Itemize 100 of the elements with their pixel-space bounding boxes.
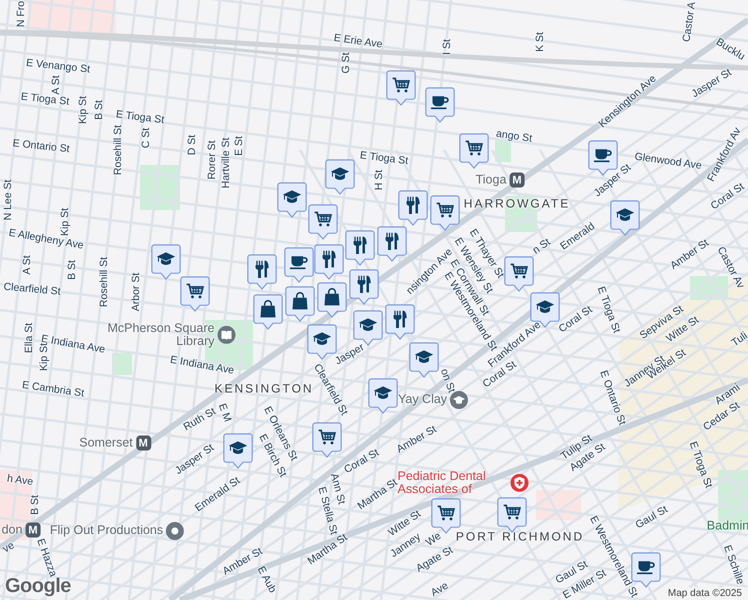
street-label: H St [374, 170, 386, 190]
street-label: E Aub [254, 564, 278, 596]
cart-icon [438, 506, 455, 520]
cart-icon [466, 140, 483, 156]
street-label: Kip St [39, 343, 51, 371]
street-label: Rosehill St [113, 124, 125, 176]
street-label: on St [438, 368, 457, 394]
graduation-cap-icon [312, 332, 332, 345]
graduation-cap-icon [330, 167, 350, 180]
neighborhood-label: HARROWGATE [464, 197, 570, 211]
fork-knife-icon [256, 260, 269, 278]
street-label: B St [94, 100, 106, 120]
street-label: E Venango St [25, 58, 91, 76]
neighborhood-label: PORT RICHMOND [456, 530, 584, 544]
street-label: C St [141, 128, 153, 148]
street-label: Ave [429, 580, 451, 600]
graduation-cap-icon [282, 190, 302, 203]
graduation-cap-icon [374, 386, 392, 399]
street-label: Rosehill St [99, 256, 111, 308]
coffee-cup-icon [594, 149, 612, 162]
neighborhood-label: KENSINGTON [214, 382, 314, 396]
graduation-cap-icon [358, 318, 378, 331]
cart-icon [510, 264, 528, 278]
street-label: Rorer St [207, 140, 219, 180]
street-label: E Schille [720, 544, 746, 586]
cart-icon [318, 430, 336, 444]
dot-icon [166, 522, 184, 540]
cart-icon [436, 202, 454, 218]
street-label: ve [1, 540, 17, 556]
hospital-icon [510, 474, 528, 492]
street-label: A St [51, 75, 63, 95]
street-label: Castor A [681, 1, 699, 43]
fork-knife-icon [394, 310, 407, 328]
street-label: h Ave [6, 473, 34, 489]
place-label[interactable]: Pediatric Dental Associates of [398, 470, 508, 496]
fork-knife-icon [354, 236, 367, 254]
street-label: I St [442, 39, 454, 55]
fork-knife-icon [406, 196, 420, 214]
street-label: Ruth St [182, 406, 218, 434]
street-label: Hartville St [221, 138, 233, 188]
cart-icon [392, 78, 410, 92]
cart-icon [186, 284, 204, 298]
street-label: B St [30, 495, 42, 515]
graduation-cap-icon [228, 441, 248, 454]
place-label[interactable]: Yay Clay [398, 393, 448, 407]
cart-icon [314, 212, 332, 226]
shopping-bag-icon [292, 292, 308, 310]
street-label: E Cambria St [21, 380, 85, 400]
street-label: G St [341, 52, 353, 74]
place-label[interactable]: Flip Out Productions [50, 524, 164, 538]
street-label: ango St [495, 128, 533, 146]
coffee-cup-icon [430, 96, 449, 110]
street-label: E Tioga St [115, 109, 165, 126]
shopping-bag-icon [324, 288, 340, 306]
map-marker[interactable] [497, 497, 527, 533]
graduation-cap-icon [156, 252, 176, 265]
street-label: E Ontario St [12, 138, 70, 156]
street-label: n St [531, 236, 553, 258]
fork-knife-icon [358, 275, 371, 294]
street-label: Coral St [342, 448, 382, 476]
fork-knife-icon [386, 232, 399, 250]
street-label: Arbor St [131, 272, 143, 312]
graduation-cap-icon [536, 300, 554, 313]
map-marker[interactable] [431, 498, 461, 534]
station-label: don [2, 523, 22, 537]
place-label[interactable]: Badmin [706, 519, 748, 533]
street-label: E M [216, 402, 233, 424]
street-label: E Erie Ave [333, 32, 383, 52]
graduation-cap-icon [616, 208, 634, 221]
street-label: Glenwood Ave [634, 152, 702, 172]
graduation-cap-icon [450, 391, 468, 409]
street-label: Gaul St [634, 504, 670, 532]
street-label: N Fro [16, 0, 28, 28]
street-label: E Hazza [34, 537, 58, 578]
coffee-cup-icon [636, 561, 655, 574]
station-label: Tioga [476, 173, 506, 187]
metro-station-icon: M [25, 522, 40, 538]
street-label: E Tioga St [359, 150, 409, 168]
fork-knife-icon [322, 250, 336, 268]
coffee-cup-icon [290, 256, 308, 270]
graduation-cap-icon [414, 350, 434, 363]
cart-icon [504, 504, 521, 520]
street-label: Ella St [24, 322, 36, 354]
street-label: N Lee St [3, 180, 15, 220]
metro-station-icon: M [509, 172, 524, 188]
book-icon [218, 326, 236, 344]
metro-station-icon: M [136, 436, 151, 450]
street-label: D St [187, 134, 199, 156]
street-label: Clearfield St [3, 282, 61, 298]
street-label: E Tioga St [594, 285, 622, 335]
place-label[interactable]: McPherson Square Library [104, 322, 214, 348]
street-label: E Tioga St [686, 440, 714, 490]
street-label: Tuli [730, 330, 748, 350]
street-label: Kip St [78, 96, 90, 124]
station-label: Somerset [79, 436, 133, 450]
street-label: K St [535, 32, 547, 52]
street-label: B St [67, 260, 79, 280]
street-label: E Indiana Ave [169, 354, 235, 378]
street-label: A St [22, 255, 34, 275]
park-area [495, 140, 511, 162]
